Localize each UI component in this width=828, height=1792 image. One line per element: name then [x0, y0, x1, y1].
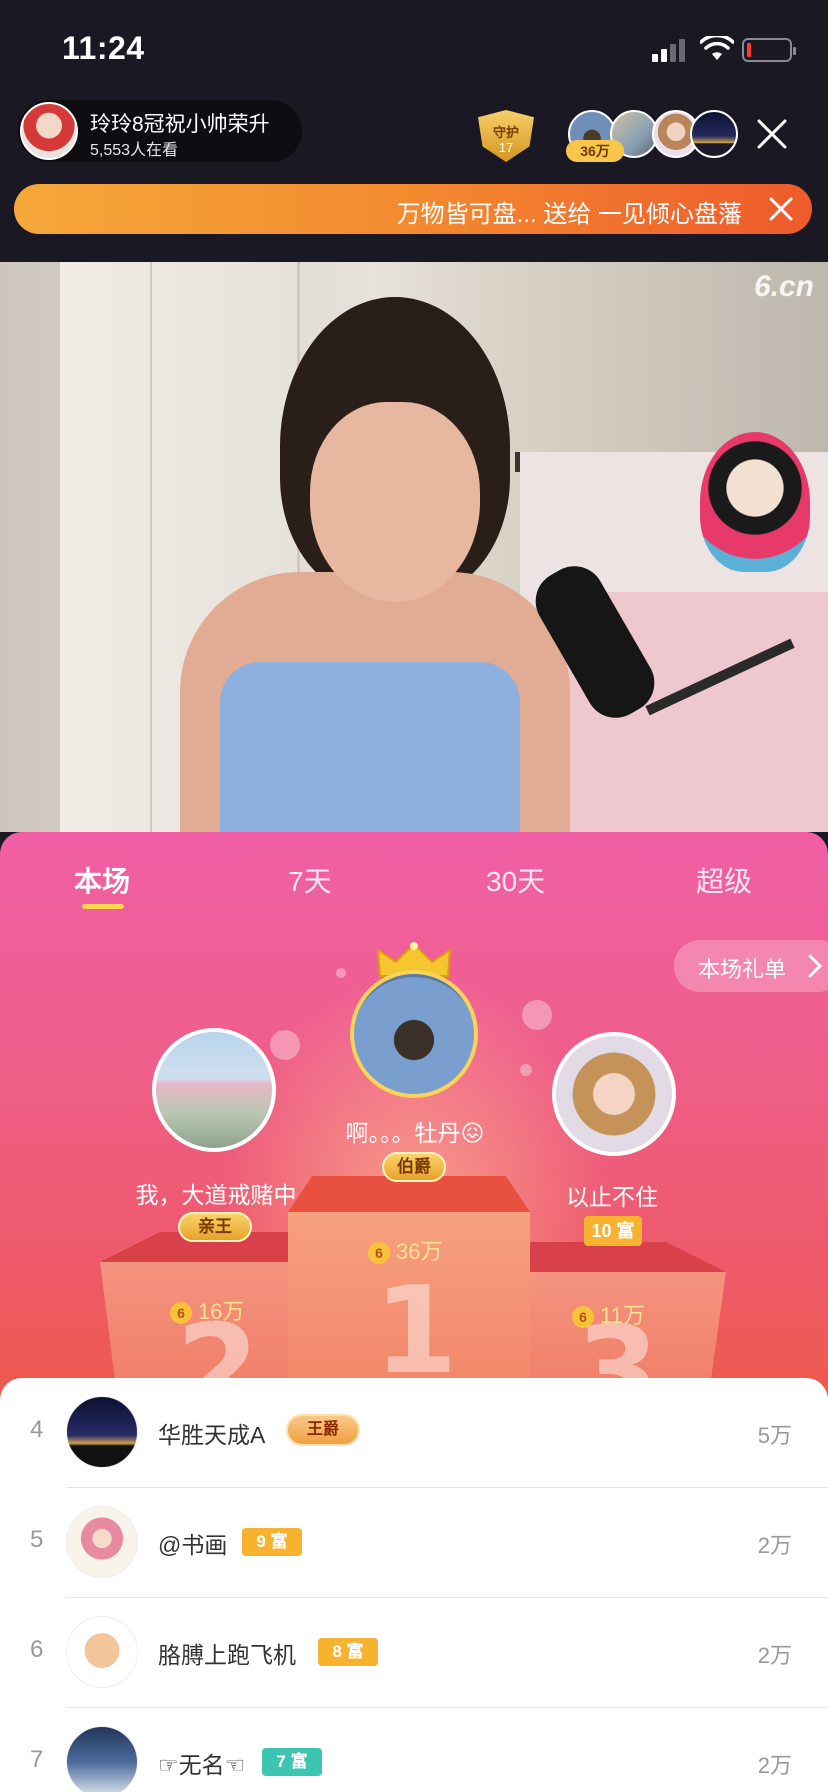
contribution-value: 2万 — [757, 1643, 792, 1668]
avatar[interactable] — [66, 1616, 138, 1688]
tab-super[interactable]: 超级 — [696, 860, 752, 900]
ranking-tabs: 本场 7天 30天 超级 — [0, 832, 828, 922]
status-time: 11:24 — [62, 30, 145, 66]
close-icon[interactable] — [754, 116, 790, 152]
first-place-avatar[interactable] — [350, 970, 478, 1098]
list-item[interactable]: 5 @书画 9 富 2万 — [0, 1488, 828, 1598]
coin-icon: 6 — [368, 1242, 390, 1265]
host-avatar[interactable] — [20, 102, 78, 160]
tab-underline — [82, 904, 124, 909]
viewer-count: 5,553人在看 — [90, 142, 179, 159]
gift-banner[interactable]: 万物皆可盘... 送给 一见倾心盘藩 — [14, 184, 812, 234]
second-place-score-value: 16万 — [198, 1299, 245, 1324]
list-item[interactable]: 7 ☞无名☜ 7 富 2万 — [0, 1708, 828, 1792]
contribution-value: 2万 — [757, 1533, 792, 1558]
avatar[interactable] — [690, 110, 738, 158]
guard-count: 17 — [498, 140, 514, 155]
guard-badge[interactable]: 守护 17 — [474, 106, 538, 164]
contribution-value: 2万 — [757, 1753, 792, 1778]
rich-level-badge: 8 富 — [318, 1638, 378, 1666]
second-place-name: 我，大道戒赌中 — [135, 1182, 297, 1208]
host-info[interactable]: 玲玲8冠祝小帅荣升 5,553人在看 — [18, 100, 302, 162]
battery-icon — [742, 38, 796, 62]
user-name: ☞无名☜ — [158, 1752, 246, 1778]
list-item[interactable]: 6 胳膊上跑飞机 8 富 2万 — [0, 1598, 828, 1708]
user-name: 胳膊上跑飞机 — [158, 1642, 296, 1668]
guard-label: 守护 — [492, 125, 519, 140]
second-place-noble-badge: 亲王 — [178, 1212, 252, 1242]
third-place-avatar[interactable] — [552, 1032, 676, 1156]
first-place-noble-badge: 伯爵 — [382, 1152, 446, 1182]
avatar[interactable] — [66, 1396, 138, 1468]
gift-list-button[interactable]: 本场礼单 — [674, 940, 828, 992]
list-item[interactable]: 4 华胜天成A 王爵 5万 — [0, 1378, 828, 1488]
decor-bubble — [336, 968, 346, 978]
rank-index: 5 — [30, 1526, 44, 1553]
tab-7-days[interactable]: 7天 — [288, 860, 332, 900]
wifi-icon — [700, 36, 734, 60]
rank-list: 4 华胜天成A 王爵 5万 5 @书画 9 富 2万 6 胳膊上跑飞机 8 富 … — [0, 1378, 828, 1792]
video-scene-wardrobe-seam — [150, 262, 152, 832]
live-video[interactable]: 6.cn — [0, 262, 828, 832]
video-scene-toy — [700, 432, 810, 572]
avatar[interactable] — [66, 1506, 138, 1578]
decor-bubble — [270, 1030, 300, 1060]
status-bar: 11:24 — [0, 0, 828, 100]
first-place-score-value: 36万 — [396, 1239, 443, 1264]
third-place-rich-badge: 10 富 — [584, 1216, 642, 1246]
user-name: 华胜天成A — [158, 1422, 266, 1448]
chevron-right-icon — [808, 954, 823, 978]
banner-text: 万物皆可盘... 送给 一见倾心盘藩 — [396, 201, 742, 228]
signal-icon — [652, 38, 688, 62]
video-scene-face — [310, 402, 480, 602]
top-viewer-score-badge: 36万 — [566, 140, 624, 162]
tab-30-days[interactable]: 30天 — [486, 860, 545, 900]
second-place-avatar[interactable] — [152, 1028, 276, 1152]
coin-icon: 6 — [170, 1302, 192, 1325]
video-scene-dress — [220, 662, 520, 832]
rich-level-badge: 9 富 — [242, 1528, 302, 1556]
contribution-value: 5万 — [757, 1423, 792, 1448]
third-place-score-value: 11万 — [600, 1303, 645, 1328]
coin-icon: 6 — [572, 1306, 594, 1329]
rich-level-badge: 7 富 — [262, 1748, 322, 1776]
third-place-score: 6 11万 — [572, 1298, 645, 1330]
rank-index: 7 — [30, 1746, 44, 1773]
third-place-name: 以止不住 — [566, 1184, 658, 1210]
noble-badge: 王爵 — [286, 1414, 360, 1446]
rank-index: 4 — [30, 1416, 44, 1443]
first-place-score: 6 36万 — [368, 1234, 442, 1266]
watermark-logo: 6.cn — [753, 270, 814, 303]
decor-bubble — [520, 1064, 532, 1076]
gift-list-label: 本场礼单 — [698, 957, 787, 982]
second-place-score: 6 16万 — [170, 1294, 244, 1326]
rank-index: 6 — [30, 1636, 44, 1663]
tab-this-show[interactable]: 本场 — [74, 860, 130, 900]
podium-3-top — [526, 1242, 726, 1272]
avatar[interactable] — [66, 1726, 138, 1792]
banner-close-icon[interactable] — [766, 194, 796, 224]
first-place-name: 啊。。。牡丹😖 — [345, 1120, 485, 1146]
decor-bubble — [522, 1000, 552, 1030]
host-name: 玲玲8冠祝小帅荣升 — [90, 113, 270, 136]
user-name: @书画 — [158, 1532, 228, 1558]
